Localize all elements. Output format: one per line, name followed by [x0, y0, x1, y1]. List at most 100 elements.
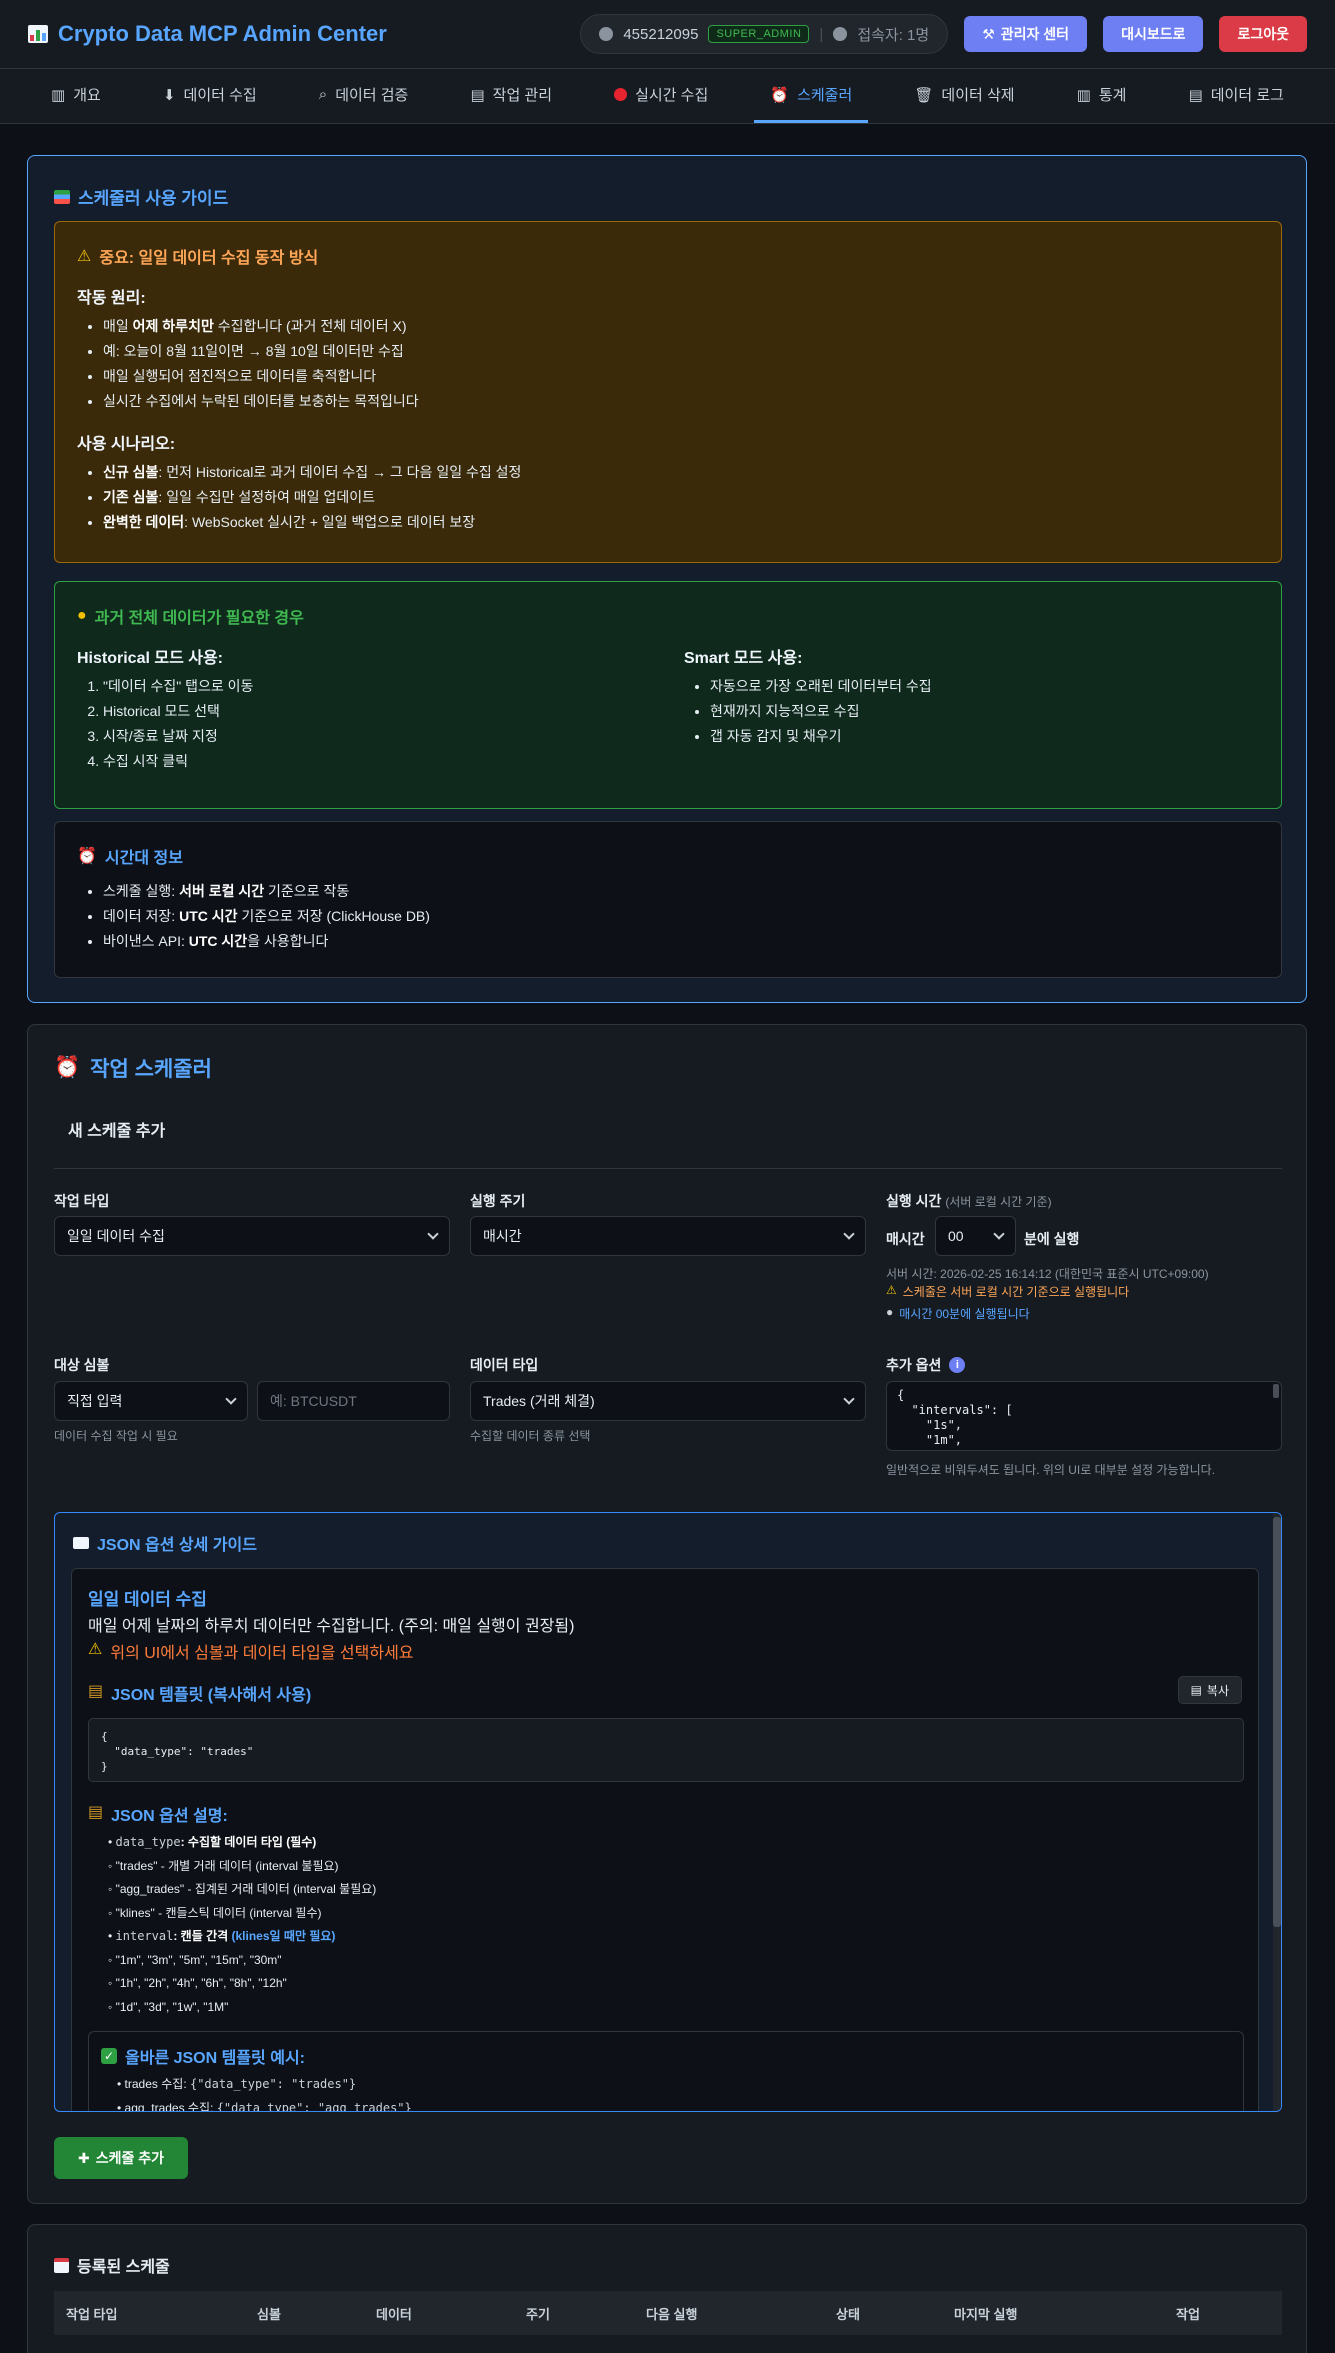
warning-box: ⚠ 중요: 일일 데이터 수집 동작 방식 작동 원리: 매일 어제 하루치만 수… — [54, 221, 1282, 563]
list-item: 수집 시작 클릭 — [103, 749, 253, 774]
list-item: • trades 수집: {"data_type": "trades"} — [117, 2077, 357, 2091]
scenario-heading: 사용 시나리오: — [77, 436, 176, 453]
smart-list: 자동으로 가장 오래된 데이터부터 수집 현재까지 지능적으로 수집 갭 자동 … — [684, 674, 932, 749]
historical-box: ● 과거 전체 데이터가 필요한 경우 Historical 모드 사용: "데이… — [54, 581, 1282, 809]
list-item: 자동으로 가장 오래된 데이터부터 수집 — [710, 674, 932, 699]
tab-label: 데이터 삭제 — [941, 87, 1015, 104]
col-header: 상태 — [836, 2306, 860, 2322]
brand: Crypto Data MCP Admin Center — [28, 21, 387, 47]
chart-icon — [28, 25, 48, 43]
symbol-mode-select[interactable]: 직접 입력 — [54, 1381, 248, 1421]
chevron-down-icon — [225, 1393, 237, 1405]
tab-realtime[interactable]: 실시간 수집 — [598, 69, 724, 123]
tools-icon: ⚒ — [982, 25, 995, 42]
col-header: 다음 실행 — [646, 2306, 698, 2322]
warning-icon: ⚠ — [886, 1283, 897, 1297]
server-time: 서버 시간: 2026-02-25 16:14:12 (대한민국 표준시 UTC… — [886, 1267, 1209, 1281]
daily-title: 일일 데이터 수집 — [88, 1590, 207, 1609]
text: JSON 템플릿 (복사해서 사용) — [111, 1687, 312, 1704]
chevron-down-icon — [427, 1228, 439, 1240]
registered-title: 등록된 스케줄 — [54, 2253, 170, 2277]
symbol-input[interactable]: 예: BTCUSDT — [257, 1381, 450, 1421]
copy-label: 복사 — [1206, 1683, 1229, 1698]
scheduler-title-text: 작업 스케줄러 — [90, 1058, 212, 1081]
users-icon — [833, 27, 848, 41]
guide-title-text: 스케줄러 사용 가이드 — [78, 189, 229, 208]
list-item: ◦ "1h", "2h", "4h", "6h", "8h", "12h" — [108, 1976, 287, 1990]
tab-scheduler[interactable]: ⏰ 스케줄러 — [754, 69, 869, 123]
server-warning: ⚠ 스케줄은 서버 로컬 시간 기준으로 실행됩니다 — [886, 1283, 1129, 1300]
tab-label: 데이터 수집 — [183, 87, 257, 104]
col-header: 작업 타입 — [66, 2306, 118, 2322]
text: agg_trades 수집: — [124, 2101, 217, 2112]
code-line: "1m", — [897, 1433, 963, 1447]
scrollbar-thumb[interactable] — [1273, 1517, 1281, 1927]
col-header: 심볼 — [257, 2306, 281, 2322]
text: 위의 UI에서 심볼과 데이터 타입을 선택하세요 — [110, 1645, 414, 1662]
dashboard-button[interactable]: 대시보드로 — [1103, 16, 1204, 52]
tab-delete[interactable]: 🗑 데이터 삭제 — [898, 69, 1030, 123]
tab-collection[interactable]: ⬇ 데이터 수집 — [147, 69, 273, 123]
code-line: "intervals": [ — [897, 1403, 1013, 1417]
tab-logs[interactable]: ▤ 데이터 로그 — [1173, 69, 1300, 123]
symbol-hint: 데이터 수집 작업 시 필요 — [54, 1429, 178, 1443]
examples-box: ✓ 올바른 JSON 템플릿 예시: • trades 수집: {"data_ty… — [88, 2031, 1244, 2112]
dtype-hint: 수집할 데이터 종류 선택 — [470, 1429, 591, 1443]
every-hour-label: 매시간 — [886, 1231, 925, 1247]
add-schedule-button[interactable]: ✚ 스케줄 추가 — [54, 2137, 188, 2179]
list-item: ◦ "1m", "3m", "5m", "15m", "30m" — [108, 1952, 282, 1967]
dtype-select[interactable]: Trades (거래 체결) — [470, 1381, 866, 1421]
historical-mode-heading: Historical 모드 사용: — [77, 650, 224, 667]
main-nav: ▥ 개요 ⬇ 데이터 수집 ⌕ 데이터 검증 ▤ 작업 관리 실시간 수집 ⏰ 스케줄러 … — [0, 69, 1335, 124]
alarm-clock-icon: ⏰ — [54, 1056, 81, 1079]
text: 기준으로 저장 (ClickHouse DB) — [237, 908, 430, 924]
bold-text: : 캔들 간격 — [173, 1929, 232, 1943]
job-type-select[interactable]: 일일 데이터 수집 — [54, 1216, 450, 1256]
tab-overview[interactable]: ▥ 개요 — [35, 69, 117, 123]
info-icon[interactable]: i — [949, 1357, 966, 1373]
tab-stats[interactable]: ▥ 통계 — [1061, 69, 1143, 123]
scrollbar[interactable] — [1273, 1384, 1279, 1398]
extra-options-textarea[interactable]: { "intervals": [ "1s", "1m", — [886, 1381, 1282, 1451]
code: interval — [115, 1929, 174, 1943]
template-code-block: { "data_type": "trades" } — [88, 1718, 1244, 1782]
code-line: { — [897, 1388, 905, 1402]
scheduler-title: ⏰ 작업 스케줄러 — [54, 1053, 212, 1083]
list-item: ◦ "agg_trades" - 집계된 거래 데이터 (interval 불필… — [108, 1882, 377, 1896]
text: 기준으로 작동 — [264, 883, 350, 899]
admin-center-button[interactable]: ⚒ 관리자 센터 — [964, 16, 1088, 52]
copy-button[interactable]: ▤ 복사 — [1177, 1676, 1242, 1704]
schedule-table-header: 작업 타입 심볼 데이터 주기 다음 실행 상태 마지막 실행 작업 — [54, 2291, 1282, 2335]
plus-icon: ✚ — [77, 2149, 90, 2166]
options-list: • data_type: 수집할 데이터 타입 (필수) ◦ "trades" … — [108, 1831, 376, 2019]
period-label: 실행 주기 — [470, 1193, 526, 1209]
json-guide-box: JSON 옵션 상세 가이드 일일 데이터 수집 매일 어제 날짜의 하루치 데… — [54, 1512, 1282, 2112]
list-item: • interval: 캔들 간격 (klines일 때만 필요) — [108, 1929, 336, 1943]
divider: | — [819, 25, 824, 43]
list-item: 데이터 저장: UTC 시간 기준으로 저장 (ClickHouse DB) — [103, 904, 430, 929]
period-select[interactable]: 매시간 — [470, 1216, 866, 1256]
logout-button[interactable]: 로그아웃 — [1219, 16, 1307, 52]
list-item: 스케줄 실행: 서버 로컬 시간 기준으로 작동 — [103, 879, 430, 904]
json-guide-content: 일일 데이터 수집 매일 어제 날짜의 하루치 데이터만 수집합니다. (주의:… — [71, 1568, 1259, 2112]
user-info: 455212095 SUPER_ADMIN | 접속자: 1명 — [580, 14, 949, 54]
check-icon: ✓ — [101, 2048, 117, 2064]
tab-validation[interactable]: ⌕ 데이터 검증 — [303, 69, 425, 123]
clipboard-icon: ▤ — [470, 86, 485, 104]
smart-mode-heading: Smart 모드 사용: — [684, 650, 803, 667]
admin-center-label: 관리자 센터 — [1000, 26, 1070, 42]
exec-time-label: 실행 시간 (서버 로컬 시간 기준) — [886, 1191, 1052, 1211]
dtype-label: 데이터 타입 — [470, 1357, 539, 1373]
textarea-content: { "intervals": [ "1s", "1m", — [897, 1388, 1271, 1448]
minute-select[interactable]: 00 — [935, 1216, 1016, 1256]
tab-jobs[interactable]: ▤ 작업 관리 — [454, 69, 568, 123]
hourly-info: ● 매시간 00분에 실행됩니다 — [886, 1305, 1030, 1322]
chevron-down-icon — [993, 1228, 1005, 1240]
col-header: 데이터 — [376, 2306, 412, 2322]
code: {"data_type": "agg_trades"} — [216, 2101, 412, 2112]
minute-suffix: 분에 실행 — [1024, 1231, 1080, 1247]
principle-list: 매일 어제 하루치만 수집합니다 (과거 전체 데이터 X) 예: 오늘이 8월… — [77, 314, 419, 414]
extra-options-label: 추가 옵션 i — [886, 1355, 966, 1375]
online-count: 접속자: 1명 — [857, 26, 930, 44]
scrollbar-track[interactable] — [1273, 1513, 1281, 2111]
